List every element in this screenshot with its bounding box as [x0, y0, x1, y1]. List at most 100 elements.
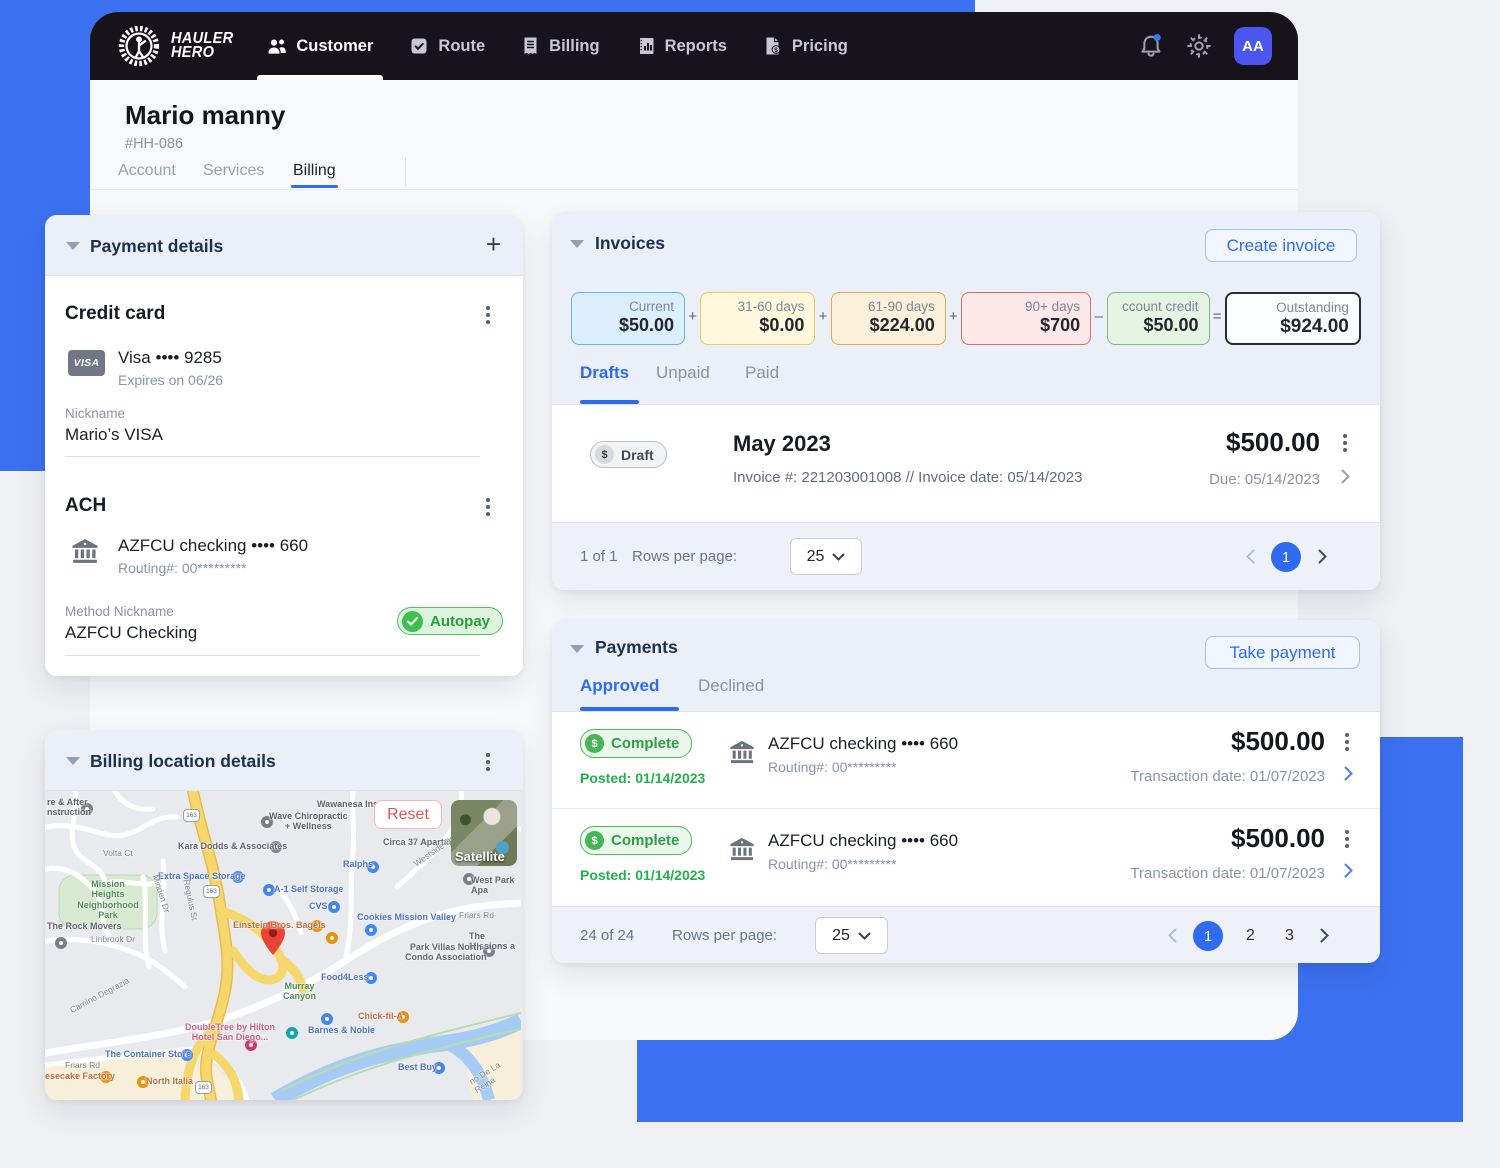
invoices-pagination: 1 of 1 Rows per page: 25 1 [552, 522, 1380, 590]
row-chevron-right-icon[interactable] [1344, 766, 1353, 781]
complete-label: Complete [611, 735, 679, 752]
nav-item-billing[interactable]: Billing [521, 12, 599, 80]
page-1-button[interactable]: 1 [1271, 542, 1301, 572]
invoice-meta: Invoice #: 221203001008 // Invoice date:… [733, 469, 1082, 486]
people-icon [267, 36, 287, 56]
chevron-down-icon [858, 932, 871, 940]
nav-item-customer[interactable]: Customer [267, 12, 373, 80]
section-title: Invoices [595, 233, 665, 254]
customer-id: #HH-086 [125, 136, 183, 152]
payment-row: $ Complete Posted: 01/14/2023 AZFCU chec… [552, 809, 1380, 906]
map-label: re & After nstruction [47, 797, 91, 818]
rows-per-page-select[interactable]: 25 [815, 917, 888, 954]
satellite-view-toggle[interactable]: Satellite [451, 800, 517, 866]
prev-page-icon[interactable] [1246, 549, 1255, 564]
collapse-chevron-icon[interactable] [570, 645, 584, 653]
invoice-due-date: Due: 05/14/2023 [1209, 471, 1320, 488]
logo-text: HAULER HERO [171, 32, 233, 60]
map-label: The Rock Movers [47, 921, 122, 931]
next-page-icon[interactable] [1320, 928, 1329, 943]
invoice-row-menu-button[interactable] [1336, 431, 1354, 455]
invoice-dollar-icon: $ [763, 36, 783, 56]
ach-routing: Routing#: 00********* [118, 560, 246, 576]
nav-item-route[interactable]: Route [409, 12, 485, 80]
tab-declined[interactable]: Declined [698, 676, 764, 696]
map-label: West Park Apa [471, 875, 523, 896]
credit-card-menu-button[interactable] [479, 303, 497, 327]
payment-details-header: Payment details + [45, 215, 523, 276]
complete-label: Complete [611, 832, 679, 849]
tab-unpaid[interactable]: Unpaid [656, 363, 710, 383]
user-avatar[interactable]: AA [1234, 27, 1272, 65]
nav-item-label: Pricing [792, 37, 848, 56]
add-payment-method-button[interactable]: + [486, 229, 501, 260]
highway-163-shield: 163 [203, 885, 220, 898]
draft-label: Draft [621, 447, 654, 463]
notification-bell-icon[interactable] [1138, 33, 1164, 59]
payment-row-menu-button[interactable] [1338, 827, 1356, 851]
page-1-button[interactable]: 1 [1193, 921, 1223, 951]
map-road-label: Volta Ct [103, 849, 133, 859]
settings-gear-icon[interactable] [1186, 33, 1212, 59]
map-reset-button[interactable]: Reset [374, 800, 442, 829]
nav-item-label: Route [438, 37, 485, 56]
visa-brand-badge: VISA [68, 350, 105, 376]
checkbox-icon [409, 36, 429, 56]
autopay-label: Autopay [430, 613, 490, 630]
tab-drafts[interactable]: Drafts [580, 363, 629, 383]
row-chevron-right-icon[interactable] [1344, 863, 1353, 878]
operator: + [816, 292, 830, 345]
billing-location-menu-button[interactable] [479, 750, 497, 774]
tab-services[interactable]: Services [203, 162, 264, 180]
map-pin-orange [326, 932, 338, 944]
payment-row-menu-button[interactable] [1338, 730, 1356, 754]
tab-account[interactable]: Account [118, 162, 176, 180]
map-pin-teal [286, 1027, 298, 1039]
map-pin-gray [55, 937, 67, 949]
payment-routing: Routing#: 00********* [768, 856, 896, 872]
app-logo[interactable]: HAULER HERO [118, 25, 235, 67]
nav-item-pricing[interactable]: $ Pricing [763, 12, 848, 80]
nav-right-controls: AA [1138, 27, 1272, 65]
collapse-chevron-icon[interactable] [570, 240, 584, 248]
create-invoice-button[interactable]: Create invoice [1205, 229, 1357, 262]
customer-header: Mario manny #HH-086 Account Services Bil… [90, 80, 1298, 190]
dollar-circle-icon: $ [585, 734, 604, 753]
satellite-label: Satellite [455, 849, 505, 864]
map-road-label: Linbrook Dr [91, 935, 135, 945]
map-label: Ralphs [343, 859, 373, 869]
payment-amount: $500.00 [1231, 823, 1325, 854]
map-label: Cookies Mission Valley [357, 912, 456, 922]
map-label: Best Buy [398, 1062, 437, 1072]
section-title: Payment details [90, 236, 223, 257]
method-nickname-value: AZFCU Checking [65, 623, 197, 643]
map-label: Food4Less [321, 972, 369, 982]
tab-billing[interactable]: Billing [293, 162, 336, 180]
map-label: Wave Chiropractic + Wellness [269, 811, 348, 832]
check-circle-icon [402, 611, 423, 632]
dollar-circle-icon: $ [585, 831, 604, 850]
map[interactable]: 163 163 163 re & After nstruction [45, 791, 523, 1100]
map-label: Barnes & Noble [308, 1025, 375, 1035]
ach-account: AZFCU checking •••• 660 [118, 536, 308, 556]
prev-page-icon[interactable] [1168, 928, 1177, 943]
page-3-button[interactable]: 3 [1285, 927, 1294, 945]
collapse-chevron-icon[interactable] [66, 242, 80, 250]
map-label: Kara Dodds & Associates [178, 841, 287, 851]
nav-item-reports[interactable]: Reports [636, 12, 727, 80]
nav-menu: Customer Route Billing [267, 12, 847, 80]
row-chevron-right-icon[interactable] [1341, 469, 1350, 484]
aging-buckets: Current$50.00 + 31-60 days$0.00 + 61-90 … [571, 292, 1361, 345]
aging-bucket-current: Current$50.00 [571, 292, 685, 345]
collapse-chevron-icon[interactable] [66, 757, 80, 765]
page-2-button[interactable]: 2 [1246, 927, 1255, 945]
posted-date: Posted: 01/14/2023 [580, 867, 705, 883]
take-payment-button[interactable]: Take payment [1205, 636, 1360, 669]
tab-approved[interactable]: Approved [580, 676, 659, 696]
tab-paid[interactable]: Paid [745, 363, 779, 383]
receipt-icon [521, 36, 540, 56]
ach-menu-button[interactable] [479, 495, 497, 519]
operator: = [1210, 292, 1224, 345]
next-page-icon[interactable] [1318, 549, 1327, 564]
rows-per-page-select[interactable]: 25 [790, 538, 862, 575]
